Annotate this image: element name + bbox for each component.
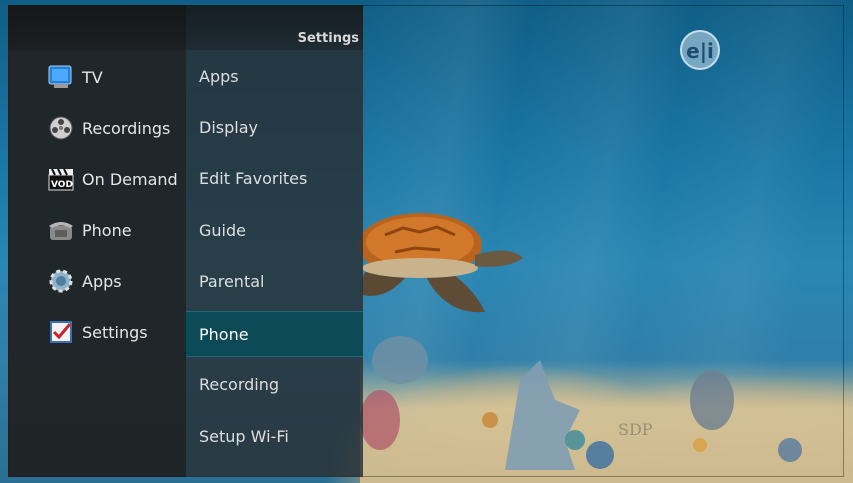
- page-title: Settings: [297, 31, 359, 46]
- film-reel-icon: [44, 113, 78, 143]
- nav-item-label: On Demand: [82, 169, 178, 189]
- submenu-item-guide[interactable]: Guide: [186, 208, 363, 254]
- svg-text:VOD: VOD: [51, 180, 73, 190]
- nav-item-tv[interactable]: TV: [44, 60, 103, 94]
- gear-icon: [44, 266, 78, 296]
- submenu-item-edit-favorites[interactable]: Edit Favorites: [186, 156, 363, 202]
- tv-icon: [44, 62, 78, 92]
- nav-item-apps[interactable]: Apps: [44, 264, 122, 298]
- submenu-item-parental[interactable]: Parental: [186, 259, 363, 305]
- checkbox-icon: [44, 317, 78, 347]
- nav-item-phone[interactable]: Phone: [44, 213, 132, 247]
- nav-item-recordings[interactable]: Recordings: [44, 111, 170, 145]
- submenu-item-setup-wifi[interactable]: Setup Wi-Fi: [186, 414, 363, 460]
- nav-item-label: Settings: [82, 322, 148, 342]
- nav-item-label: Phone: [82, 220, 132, 240]
- phone-icon: [44, 215, 78, 245]
- nav-item-label: Apps: [82, 271, 122, 291]
- submenu-item-phone[interactable]: Phone: [186, 311, 363, 357]
- provider-logo: e|i: [680, 30, 720, 70]
- nav-item-on-demand[interactable]: VOD On Demand: [44, 162, 178, 196]
- top-bar: Settings: [8, 5, 363, 50]
- submenu-item-display[interactable]: Display: [186, 105, 363, 151]
- nav-item-label: Recordings: [82, 118, 171, 138]
- nav-item-label: TV: [82, 67, 103, 87]
- submenu-item-recording[interactable]: Recording: [186, 362, 363, 408]
- vod-clapperboard-icon: VOD: [44, 164, 78, 194]
- submenu-item-apps[interactable]: Apps: [186, 54, 363, 100]
- watermark: SDP: [618, 420, 653, 439]
- nav-item-settings[interactable]: Settings: [44, 315, 148, 349]
